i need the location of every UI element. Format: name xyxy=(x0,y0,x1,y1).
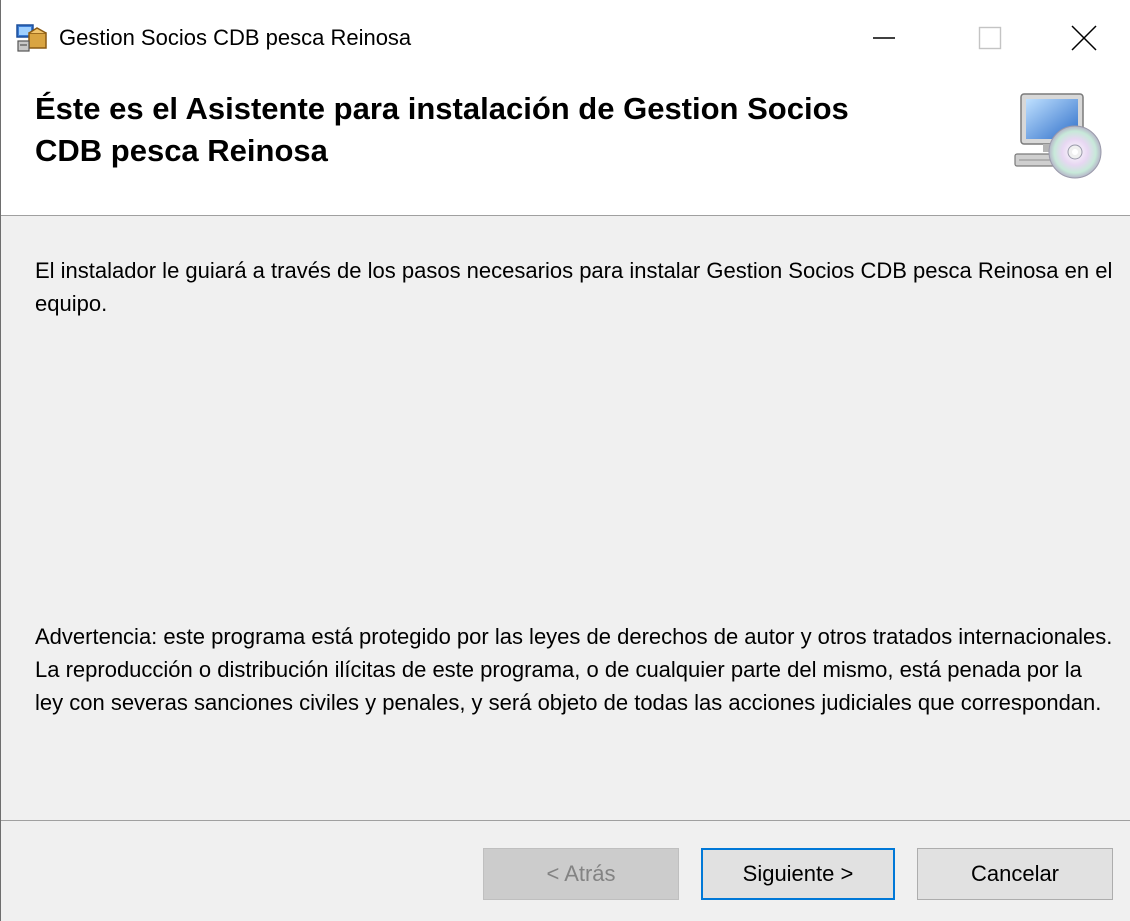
window-title: Gestion Socios CDB pesca Reinosa xyxy=(59,25,412,50)
minimize-button[interactable] xyxy=(837,0,931,76)
wizard-header: Éste es el Asistente para instalación de… xyxy=(1,76,1130,216)
cancel-button[interactable]: Cancelar xyxy=(917,848,1113,900)
close-icon xyxy=(1071,25,1097,51)
minimize-icon xyxy=(873,37,895,39)
installer-window: Gestion Socios CDB pesca Reinosa Éste es… xyxy=(0,0,1130,921)
wizard-title: Éste es el Asistente para instalación de… xyxy=(35,91,849,168)
copyright-warning: Advertencia: este programa está protegid… xyxy=(35,624,1113,715)
maximize-icon xyxy=(978,26,1002,50)
intro-text: El instalador le guiará a través de los … xyxy=(35,258,1113,316)
footer-divider xyxy=(1,820,1130,821)
back-button[interactable]: < Atrás xyxy=(483,848,679,900)
installer-icon xyxy=(16,24,47,52)
maximize-button[interactable] xyxy=(943,0,1037,76)
next-button[interactable]: Siguiente > xyxy=(701,848,895,900)
computer-cd-icon xyxy=(1014,93,1102,179)
title-bar[interactable]: Gestion Socios CDB pesca Reinosa xyxy=(1,0,1130,76)
close-button[interactable] xyxy=(1037,0,1130,76)
